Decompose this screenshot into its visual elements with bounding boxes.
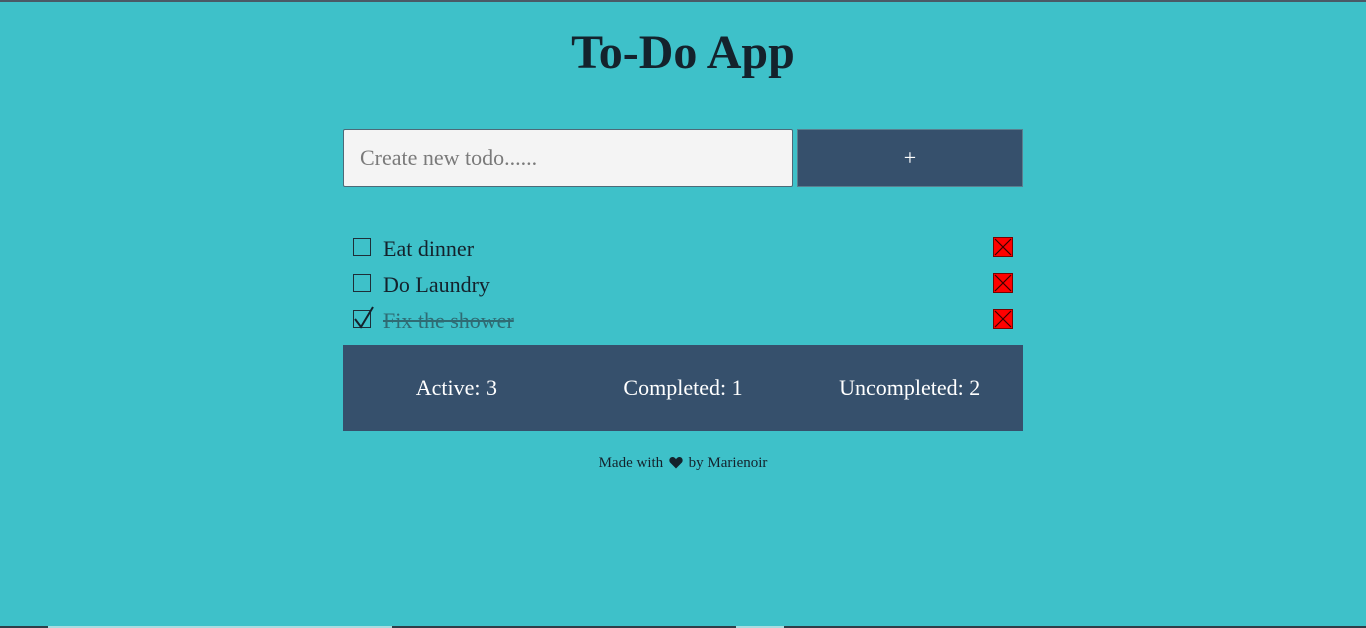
todo-text: Eat dinner	[383, 236, 475, 261]
new-todo-input[interactable]	[343, 129, 793, 187]
active-count: Active: 3	[415, 375, 497, 400]
close-icon	[994, 310, 1012, 328]
add-todo-button[interactable]: +	[797, 129, 1023, 187]
footer: Made with by Marienoir	[0, 453, 1366, 473]
heart-icon	[669, 457, 683, 469]
checkmark-icon	[354, 306, 374, 329]
todo-checkbox[interactable]	[353, 274, 371, 292]
todo-item-completed: Fix the shower	[343, 302, 1023, 338]
top-border	[0, 0, 1366, 2]
delete-todo-button[interactable]	[993, 273, 1013, 293]
todo-text: Fix the shower	[383, 308, 514, 333]
page-title: To-Do App	[571, 26, 795, 79]
todo-item: Eat dinner	[343, 230, 1023, 266]
uncompleted-count: Uncompleted: 2	[839, 375, 981, 400]
todo-item: Do Laundry	[343, 266, 1023, 302]
stats-bar: Active: 3 Completed: 1 Uncompleted: 2	[343, 345, 1023, 431]
todo-checkbox-checked[interactable]	[353, 306, 374, 329]
completed-count: Completed: 1	[623, 375, 743, 400]
todo-text: Do Laundry	[383, 272, 490, 297]
footer-suffix: by Marienoir	[688, 455, 768, 471]
todo-list: Eat dinner Do Laundry Fix the shower	[343, 230, 1023, 338]
delete-todo-button[interactable]	[993, 309, 1013, 329]
close-icon	[994, 274, 1012, 292]
footer-prefix: Made with	[598, 455, 664, 471]
delete-todo-button[interactable]	[993, 237, 1013, 257]
close-icon	[994, 238, 1012, 256]
todo-checkbox[interactable]	[353, 238, 371, 256]
